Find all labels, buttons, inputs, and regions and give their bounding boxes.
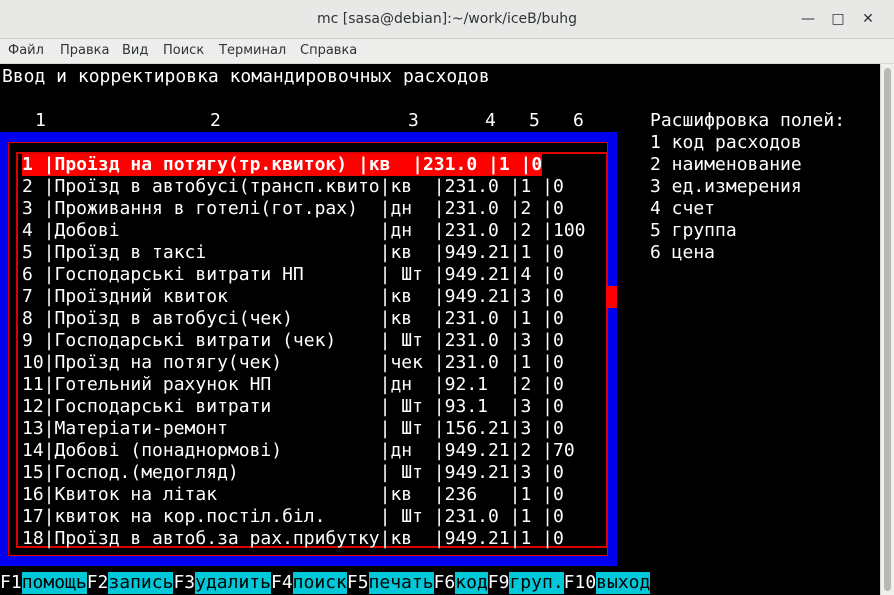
list-row[interactable]: 2 |Проїзд в автобусі(трансп.квито|кв |23… bbox=[22, 176, 564, 198]
menu-terminal[interactable]: Терминал bbox=[219, 39, 286, 63]
screen-heading: Ввод и корректировка командировочных рас… bbox=[2, 66, 490, 87]
fkey-search-label[interactable]: поиск bbox=[292, 572, 347, 594]
column-number: 2 bbox=[210, 110, 221, 131]
window-titlebar: mc [sasa@debian]:~/work/iceB/buhg — □ ✕ bbox=[0, 0, 894, 39]
fkey-f4[interactable]: F4 bbox=[270, 572, 293, 594]
list-row[interactable]: 7 |Проїздний квиток |кв |949.21|3 |0 bbox=[22, 286, 564, 308]
list-row[interactable]: 15|Господ.(медогляд) | Шт |949.21|3 |0 bbox=[22, 462, 564, 484]
fkey-help-label[interactable]: помощь bbox=[21, 572, 87, 594]
list-row[interactable]: 4 |Добові |дн |231.0 |2 |100 bbox=[22, 220, 586, 242]
fkey-print-label[interactable]: печать bbox=[368, 572, 434, 594]
legend-item: 5 группа bbox=[650, 220, 737, 241]
list-row[interactable]: 12|Господарські витрати | Шт |93.1 |3 |0 bbox=[22, 396, 564, 418]
list-row[interactable]: 16|Квиток на літак |кв |236 |1 |0 bbox=[22, 484, 564, 506]
legend-item: 6 цена bbox=[650, 242, 716, 263]
list-row[interactable]: 9 |Господарські витрати (чек) | Шт |231.… bbox=[22, 330, 564, 352]
list-scroll-indicator[interactable] bbox=[606, 286, 617, 308]
legend-title: Расшифровка полей: bbox=[650, 110, 846, 131]
list-row[interactable]: 13|Матеріати-ремонт | Шт |156.21|3 |0 bbox=[22, 418, 564, 440]
minimize-icon[interactable]: — bbox=[798, 9, 818, 29]
fkey-f10[interactable]: F10 bbox=[563, 572, 597, 594]
fkey-f6[interactable]: F6 bbox=[433, 572, 456, 594]
list-row[interactable]: 5 |Проїзд в таксі |кв |949.21|1 |0 bbox=[22, 242, 564, 264]
column-number: 5 bbox=[529, 110, 540, 131]
menu-bar: Файл Правка Вид Поиск Терминал Справка bbox=[0, 39, 894, 64]
maximize-icon[interactable]: □ bbox=[828, 9, 848, 29]
list-row-selected[interactable]: 1 |Проїзд на потягу(тр.квиток) |кв |231.… bbox=[22, 154, 543, 176]
list-row[interactable]: 18|Проїзд в автоб.за рах.прибутку|кв |94… bbox=[22, 528, 564, 550]
fkey-f1[interactable]: F1 bbox=[0, 572, 22, 594]
list-row[interactable]: 11|Готельний рахунок НП |дн |92.1 |2 |0 bbox=[22, 374, 564, 396]
column-number: 4 bbox=[485, 110, 496, 131]
fkey-f3[interactable]: F3 bbox=[173, 572, 196, 594]
list-row[interactable]: 8 |Проїзд в автобусі(чек) |кв |231.0 |1 … bbox=[22, 308, 564, 330]
fkey-f2[interactable]: F2 bbox=[86, 572, 109, 594]
menu-help[interactable]: Справка bbox=[300, 39, 357, 63]
fkey-save-label[interactable]: запись bbox=[108, 572, 174, 594]
legend-item: 2 наименование bbox=[650, 154, 802, 175]
fkey-group-label[interactable]: груп. bbox=[509, 572, 564, 594]
legend-item: 1 код расходов bbox=[650, 132, 802, 153]
function-key-bar: F1помощьF2записьF3удалитьF4поискF5печать… bbox=[0, 572, 651, 594]
list-row[interactable]: 3 |Проживання в готелі(гот.рах) |дн |231… bbox=[22, 198, 564, 220]
list-row[interactable]: 14|Добові (понаднормові) |дн |949.21|2 |… bbox=[22, 440, 575, 462]
menu-view[interactable]: Вид bbox=[122, 39, 148, 63]
menu-file[interactable]: Файл bbox=[8, 39, 44, 63]
list-row[interactable]: 10|Проїзд на потягу(чек) |чек |231.0 |1 … bbox=[22, 352, 564, 374]
menu-edit[interactable]: Правка bbox=[60, 39, 109, 63]
column-number: 6 bbox=[573, 110, 584, 131]
terminal-scrollbar[interactable] bbox=[880, 64, 894, 595]
legend-item: 3 ед.измерения bbox=[650, 176, 802, 197]
fkey-delete-label[interactable]: удалить bbox=[195, 572, 271, 594]
column-number: 3 bbox=[408, 110, 419, 131]
menu-search[interactable]: Поиск bbox=[163, 39, 204, 63]
legend-item: 4 счет bbox=[650, 198, 716, 219]
window-title: mc [sasa@debian]:~/work/iceB/buhg bbox=[317, 11, 577, 27]
close-icon[interactable]: ✕ bbox=[858, 9, 878, 29]
fkey-f5[interactable]: F5 bbox=[346, 572, 369, 594]
fkey-f9[interactable]: F9 bbox=[487, 572, 510, 594]
list-row[interactable]: 6 |Господарські витрати НП | Шт |949.21|… bbox=[22, 264, 564, 286]
scrollbar-thumb[interactable] bbox=[884, 68, 891, 591]
list-row[interactable]: 17|квиток на кор.постіл.біл. | Шт |231.0… bbox=[22, 506, 564, 528]
column-number: 1 bbox=[35, 110, 46, 131]
fkey-exit-label[interactable]: выход bbox=[596, 572, 651, 594]
fkey-code-label[interactable]: код bbox=[455, 572, 488, 594]
